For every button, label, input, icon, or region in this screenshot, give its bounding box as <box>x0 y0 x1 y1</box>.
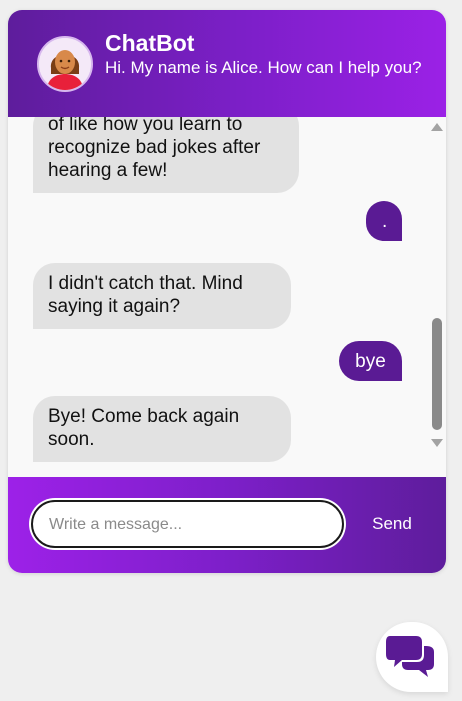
bot-message: of like how you learn to recognize bad j… <box>33 117 299 193</box>
chat-subtitle: Hi. My name is Alice. How can I help you… <box>105 58 422 77</box>
message-input-wrapper[interactable] <box>31 500 344 548</box>
composer-bar: Send <box>8 477 446 573</box>
user-message: . <box>366 201 402 241</box>
chat-title: ChatBot <box>105 30 195 56</box>
scroll-down-arrow-icon[interactable] <box>431 439 443 447</box>
message-input[interactable] <box>47 512 331 538</box>
chat-window: ChatBot Hi. My name is Alice. How can I … <box>8 10 446 573</box>
chat-header: ChatBot Hi. My name is Alice. How can I … <box>8 10 446 117</box>
bot-message: I didn't catch that. Mind saying it agai… <box>33 263 291 329</box>
scrollbar-thumb[interactable] <box>432 318 442 430</box>
scroll-up-arrow-icon[interactable] <box>431 123 443 131</box>
chat-launcher-button[interactable] <box>376 622 448 692</box>
woman-avatar-icon <box>37 36 93 92</box>
message-list[interactable]: of like how you learn to recognize bad j… <box>8 117 446 477</box>
bot-message: Bye! Come back again soon. <box>33 396 291 462</box>
send-button[interactable]: Send <box>362 512 422 536</box>
chat-bubbles-icon <box>386 636 434 677</box>
message-scrollbar[interactable] <box>428 117 446 457</box>
user-message: bye <box>339 341 402 381</box>
